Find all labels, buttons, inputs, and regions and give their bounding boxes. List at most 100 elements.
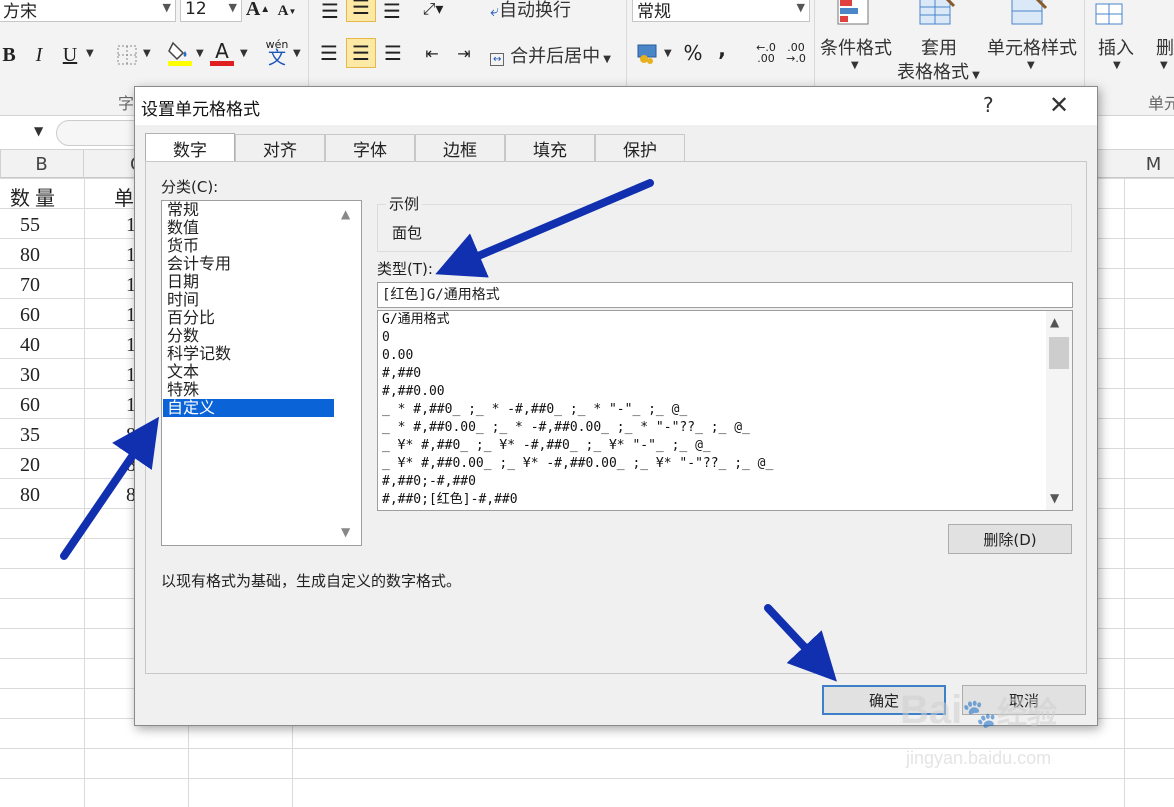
align-top-button[interactable]: ☰ <box>316 0 344 26</box>
list-item[interactable]: 时间 <box>163 291 334 309</box>
chevron-down-icon: ▼ <box>228 1 237 14</box>
increase-indent-button[interactable]: ⇥ <box>450 38 478 68</box>
align-left-button[interactable]: ☰ <box>314 38 344 68</box>
list-item[interactable]: _ * #,##0.00_ ;_ * -#,##0.00_ ;_ * "-"??… <box>382 419 750 437</box>
tab-protection[interactable]: 保护 <box>595 134 685 162</box>
list-item[interactable]: 分数 <box>163 327 334 345</box>
cell-qty[interactable]: 60 <box>20 304 40 327</box>
table-format-icon <box>919 0 956 25</box>
format-code-list[interactable]: G/通用格式 0 0.00 #,##0 #,##0.00 _ * #,##0_ … <box>377 310 1073 511</box>
wrap-text-button[interactable]: ⤶自动换行 <box>490 0 571 22</box>
list-item[interactable]: 百分比 <box>163 309 334 327</box>
borders-dropdown-icon[interactable]: ▼ <box>143 48 151 59</box>
font-color-button[interactable]: A <box>208 38 236 68</box>
cell-qty[interactable]: 55 <box>20 214 40 237</box>
scrollbar-thumb[interactable] <box>1049 337 1069 369</box>
font-size-select[interactable]: 12 ▼ <box>180 0 242 22</box>
description-text: 以现有格式为基础，生成自定义的数字格式。 <box>161 572 462 590</box>
increase-decimal-button[interactable]: ←.0.00 <box>752 38 780 68</box>
grow-font-button[interactable]: A ▲ <box>246 0 270 24</box>
list-item[interactable]: _ * #,##0_ ;_ * -#,##0_ ;_ * "-"_ ;_ @_ <box>382 401 687 419</box>
number-tab-panel: 分类(C): 常规 数值 货币 会计专用 日期 时间 百分比 分数 科学记数 文… <box>145 161 1087 674</box>
align-right-button[interactable]: ☰ <box>378 38 408 68</box>
borders-button[interactable] <box>112 40 142 70</box>
accounting-dropdown-icon[interactable]: ▼ <box>664 48 672 59</box>
dialog-titlebar[interactable]: 设置单元格格式 ? ✕ <box>135 87 1097 125</box>
font-color-dropdown-icon[interactable]: ▼ <box>240 48 248 59</box>
list-item[interactable]: 0.00 <box>382 347 413 365</box>
list-item[interactable]: #,##0;[红色]-#,##0 <box>382 491 518 509</box>
formula-bar-handle[interactable] <box>56 120 136 146</box>
tab-border[interactable]: 边框 <box>415 134 505 162</box>
list-item[interactable]: 0 <box>382 329 390 347</box>
cell-qty[interactable]: 80 <box>20 244 40 267</box>
underline-button[interactable]: U <box>58 40 82 70</box>
align-center-button[interactable]: ☰ <box>346 38 376 68</box>
list-item[interactable]: 数值 <box>163 219 334 237</box>
sample-group: 示例 面包 <box>377 193 1072 252</box>
cell-qty[interactable]: 35 <box>20 424 40 447</box>
scroll-up-icon[interactable]: ▲ <box>1050 315 1059 329</box>
cell-qty[interactable]: 20 <box>20 454 40 477</box>
category-list[interactable]: 常规 数值 货币 会计专用 日期 时间 百分比 分数 科学记数 文本 特殊 自定… <box>161 200 362 546</box>
list-item-selected[interactable]: 自定义 <box>163 399 334 417</box>
list-item[interactable]: 日期 <box>163 273 334 291</box>
help-button[interactable]: ? <box>983 93 994 117</box>
comma-button[interactable]: , <box>712 34 732 64</box>
phonetic-button[interactable]: wén 文 <box>262 38 292 68</box>
scroll-down-icon[interactable]: ▼ <box>341 525 350 539</box>
cell-qty[interactable]: 70 <box>20 274 40 297</box>
sample-label: 示例 <box>386 193 423 214</box>
scroll-up-icon[interactable]: ▲ <box>341 207 350 221</box>
list-item[interactable]: _ ¥* #,##0.00_ ;_ ¥* -#,##0.00_ ;_ ¥* "-… <box>382 455 773 473</box>
merge-center-button[interactable]: ↔ 合并后居中 ▼ <box>490 42 611 68</box>
percent-button[interactable]: % <box>680 38 706 68</box>
column-header-m[interactable]: M <box>1124 150 1174 178</box>
shrink-font-button[interactable]: A ▼ <box>276 0 298 26</box>
list-item[interactable]: #,##0.00 <box>382 383 445 401</box>
list-item[interactable]: _ ¥* #,##0_ ;_ ¥* -#,##0_ ;_ ¥* "-"_ ;_ … <box>382 437 711 455</box>
cell-header-qty[interactable]: 数 量 <box>10 182 55 211</box>
list-item[interactable]: 特殊 <box>163 381 334 399</box>
tab-alignment[interactable]: 对齐 <box>235 134 325 162</box>
tab-fill[interactable]: 填充 <box>505 134 595 162</box>
align-bottom-button[interactable]: ☰ <box>378 0 406 26</box>
cell-header-c[interactable]: 单 <box>114 182 134 211</box>
fill-dropdown-icon[interactable]: ▼ <box>196 48 204 59</box>
category-scrollbar[interactable]: ▲ ▼ <box>337 201 361 545</box>
delete-format-button[interactable]: 删除(D) <box>948 524 1072 554</box>
number-format-select[interactable]: 常规 ▼ <box>632 0 810 22</box>
cell-qty[interactable]: 80 <box>20 484 40 507</box>
accounting-format-button[interactable] <box>634 38 662 68</box>
cell-qty[interactable]: 30 <box>20 364 40 387</box>
list-item[interactable]: 会计专用 <box>163 255 334 273</box>
list-item[interactable]: 科学记数 <box>163 345 334 363</box>
type-input[interactable]: [红色]G/通用格式 <box>377 282 1073 308</box>
phonetic-dropdown-icon[interactable]: ▼ <box>293 48 301 59</box>
tab-number[interactable]: 数字 <box>145 133 235 163</box>
name-box-dropdown[interactable]: ▼ <box>34 124 43 138</box>
cell-qty[interactable]: 40 <box>20 334 40 357</box>
list-item[interactable]: 文本 <box>163 363 334 381</box>
scroll-down-icon[interactable]: ▼ <box>1050 491 1059 505</box>
list-item[interactable]: 常规 <box>163 201 334 219</box>
close-icon[interactable]: ✕ <box>1049 91 1069 119</box>
tab-font[interactable]: 字体 <box>325 134 415 162</box>
column-header-b[interactable]: B <box>0 150 84 178</box>
underline-dropdown-icon[interactable]: ▼ <box>86 48 94 59</box>
list-item[interactable]: 货币 <box>163 237 334 255</box>
align-middle-button[interactable]: ☰ <box>346 0 376 22</box>
decrease-indent-button[interactable]: ⇤ <box>418 38 446 68</box>
font-name-select[interactable]: 方宋 ▼ <box>0 0 176 22</box>
format-list-scrollbar[interactable]: ▲ ▼ <box>1046 311 1072 510</box>
italic-button[interactable]: I <box>28 40 50 70</box>
cell-qty[interactable]: 60 <box>20 394 40 417</box>
fill-color-button[interactable] <box>165 38 195 68</box>
list-item[interactable]: #,##0 <box>382 365 421 383</box>
decrease-decimal-button[interactable]: .00 →.0 <box>782 38 810 68</box>
list-item[interactable]: #,##0;-#,##0 <box>382 473 476 491</box>
cell-styles-icon <box>1011 0 1048 25</box>
bold-button[interactable]: B <box>0 40 20 70</box>
list-item[interactable]: G/通用格式 <box>382 311 450 329</box>
orientation-button[interactable]: ⤢▾ <box>418 0 448 24</box>
